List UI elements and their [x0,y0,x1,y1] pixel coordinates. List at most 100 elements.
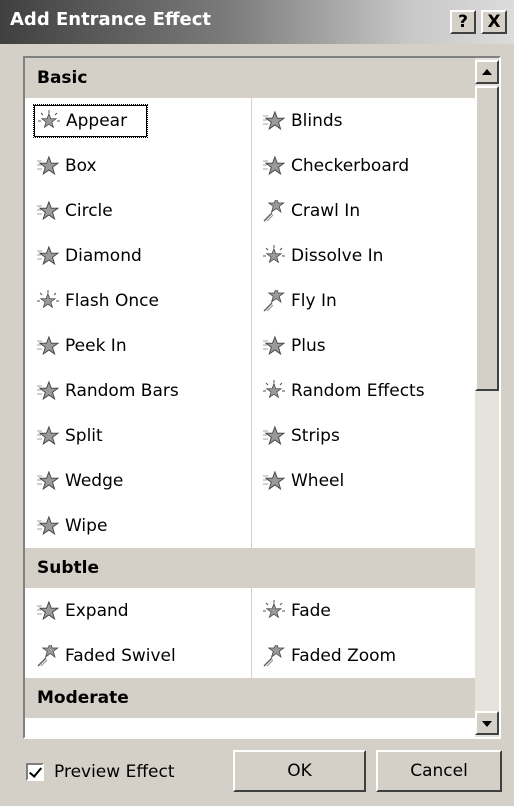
effect-item-body: Wipe [33,509,127,543]
flying-star-icon [37,644,65,667]
effect-item[interactable]: Wheel [251,458,477,503]
star-icon [263,470,291,492]
effect-item-body: Diamond [33,239,162,273]
effect-item[interactable]: Faded Swivel [25,633,251,678]
effect-item-body: Circle [33,194,133,228]
effect-label: Plus [291,335,326,356]
effect-label: Box [65,155,97,176]
effect-item-body: Peek In [33,329,147,363]
effect-label: Fade [291,600,331,621]
scroll-up-button[interactable] [475,60,499,84]
preview-effect-option[interactable]: Preview Effect [26,762,175,782]
effect-item[interactable]: Circle [25,188,251,233]
effect-item[interactable]: Appear [25,98,251,143]
effects-grid: Expand Fade Faded Swivel Faded Zoom [25,588,477,678]
effect-item[interactable]: Expand [25,588,251,633]
title-bar[interactable]: Add Entrance Effect ? X [0,0,514,44]
effect-label: Blinds [291,110,343,131]
help-button[interactable]: ? [450,10,476,34]
effect-item[interactable]: Crawl In [251,188,477,233]
effect-item[interactable]: Strips [251,413,477,458]
star-burst-icon [37,289,65,312]
effects-list[interactable]: Basic Appear Blinds Box Checkerboard Circle Cr… [23,56,501,739]
star-icon [37,335,65,357]
effect-item[interactable]: Box [25,143,251,188]
effect-item-body: Split [33,419,123,453]
effect-label: Wedge [65,470,124,491]
effect-label: Circle [65,200,113,221]
star-icon [263,335,291,357]
effect-item[interactable]: Fade [251,588,477,633]
effect-label: Crawl In [291,200,361,221]
effect-item-body: Faded Zoom [259,639,416,673]
effect-label: Flash Once [65,290,159,311]
effect-item[interactable]: Fly In [251,278,477,323]
arrow-up-icon [482,69,492,75]
effect-item-body: Appear [33,103,149,138]
effect-item-body: Dissolve In [259,239,403,273]
effect-item-body: Random Bars [33,374,199,408]
star-icon [37,200,65,222]
effect-label: Wipe [65,515,108,536]
effect-item-body: Wheel [259,464,364,498]
star-icon [263,425,291,447]
close-button[interactable]: X [481,10,507,34]
effect-label: Peek In [65,335,127,356]
effect-item[interactable]: Diamond [25,233,251,278]
effect-label: Diamond [65,245,142,266]
star-burst-icon [38,109,66,132]
effect-item[interactable]: Faded Zoom [251,633,477,678]
effect-label: Strips [291,425,340,446]
effect-label: Split [65,425,103,446]
effect-item-body: Flash Once [33,284,179,318]
star-icon [37,470,65,492]
scroll-down-button[interactable] [475,711,499,735]
category-header: Basic [25,58,477,98]
star-icon [263,110,291,132]
preview-effect-checkbox[interactable] [26,763,44,781]
effect-item[interactable]: Blinds [251,98,477,143]
effect-label: Fly In [291,290,337,311]
effect-label: Wheel [291,470,345,491]
effect-item-body: Plus [259,329,346,363]
effect-item-body: Random Effects [259,374,445,408]
effect-item[interactable]: Dissolve In [251,233,477,278]
effect-item-body: Faded Swivel [33,639,196,673]
star-icon [37,425,65,447]
flying-star-icon [263,289,291,312]
effects-list-content: Basic Appear Blinds Box Checkerboard Circle Cr… [25,58,477,718]
vertical-scrollbar[interactable] [475,58,499,737]
effect-item[interactable]: Random Effects [251,368,477,413]
effect-item-body: Expand [33,594,149,628]
effect-label: Checkerboard [291,155,410,176]
star-icon [37,155,65,177]
effect-label: Appear [66,110,128,131]
effect-item[interactable]: Wedge [25,458,251,503]
effect-label: Faded Zoom [291,645,397,666]
star-burst-icon [263,244,291,267]
effect-item[interactable]: Random Bars [25,368,251,413]
effect-item-body: Blinds [259,104,363,138]
effect-item[interactable]: Split [25,413,251,458]
star-icon [37,515,65,537]
effect-item[interactable]: Peek In [25,323,251,368]
star-burst-icon [263,599,291,622]
category-header: Subtle [25,548,477,588]
effect-item-body: Fade [259,594,351,628]
star-icon [37,245,65,267]
effect-item[interactable]: Plus [251,323,477,368]
effect-item[interactable]: Flash Once [25,278,251,323]
ok-button[interactable]: OK [233,750,366,792]
effect-item-body: Fly In [259,284,357,318]
effect-label: Dissolve In [291,245,384,266]
add-entrance-effect-dialog: Add Entrance Effect ? X Basic Appear Blind… [0,0,514,806]
effect-item[interactable]: Wipe [25,503,251,548]
effect-item[interactable]: Checkerboard [251,143,477,188]
star-icon [37,600,65,622]
effect-item-body: Strips [259,419,360,453]
dialog-title: Add Entrance Effect [10,9,212,30]
star-icon [37,380,65,402]
scrollbar-thumb[interactable] [475,86,499,391]
preview-effect-label: Preview Effect [54,762,175,782]
cancel-button[interactable]: Cancel [376,750,502,792]
